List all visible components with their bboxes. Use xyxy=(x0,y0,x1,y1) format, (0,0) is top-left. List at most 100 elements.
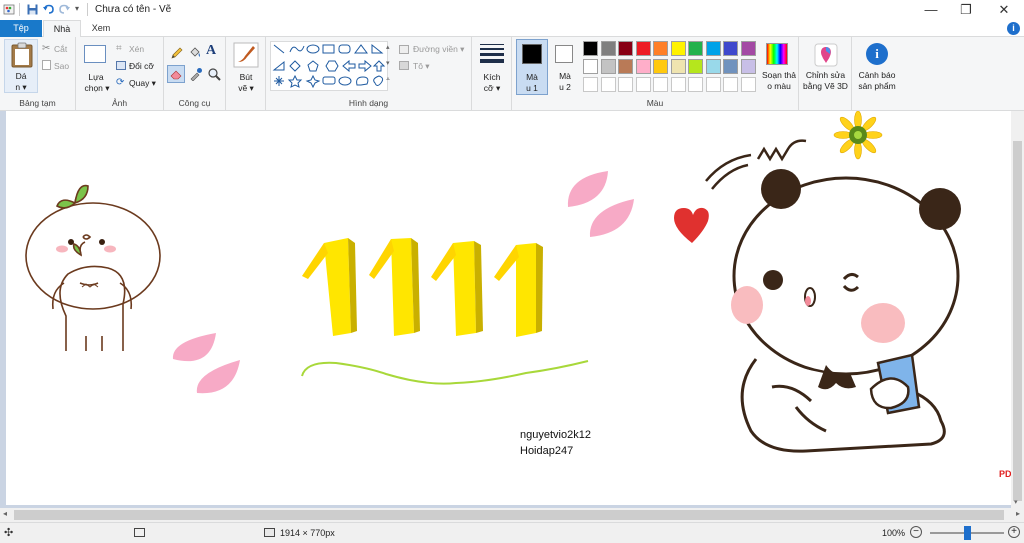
product-alert-group: i Cảnh báo sản phẩm xyxy=(852,37,902,111)
resize-button[interactable]: Đổi cỡ xyxy=(129,61,154,71)
tab-file[interactable]: Tệp xyxy=(0,20,42,37)
drawing-canvas[interactable]: nguyetvio2k12 Hoidap247 PD xyxy=(6,111,1011,505)
tools-group-label: Công cụ xyxy=(178,98,211,108)
palette-swatch[interactable] xyxy=(653,41,668,56)
colors-group: Mà u 1 Mà u 2 Soạn thả o màu Màu xyxy=(512,37,799,111)
copy-button[interactable]: Sao xyxy=(54,61,69,71)
palette-swatch[interactable] xyxy=(618,59,633,74)
custom-color-slot[interactable] xyxy=(583,77,598,92)
horizontal-scroll-thumb[interactable] xyxy=(14,510,1004,520)
ribbon-tabs: Tệp Nhà Xem i xyxy=(0,20,1024,38)
rotate-button[interactable]: Quay ▾ xyxy=(129,78,156,89)
paste-button[interactable]: Dá n ▾ xyxy=(4,39,38,93)
custom-color-slot[interactable] xyxy=(653,77,668,92)
scroll-left-icon[interactable]: ◂ xyxy=(3,509,7,518)
save-icon[interactable] xyxy=(26,3,39,16)
pink-drop-2 xyxy=(196,360,240,394)
palette-swatch[interactable] xyxy=(740,41,756,56)
horizontal-scrollbar[interactable]: ◂ ▸ xyxy=(0,508,1024,522)
edit-with-paint3d-button[interactable]: Chỉnh sửa bằng Vẽ 3D xyxy=(801,39,850,95)
palette-swatch[interactable] xyxy=(635,59,651,74)
minimize-button[interactable]: — xyxy=(913,0,949,20)
color1-button[interactable]: Mà u 1 xyxy=(516,39,548,95)
vertical-scrollbar[interactable]: ▾ xyxy=(1011,111,1024,508)
shapes-gallery[interactable] xyxy=(270,41,388,91)
custom-color-slot[interactable] xyxy=(600,77,616,92)
close-button[interactable]: ✕ xyxy=(986,0,1022,20)
palette-swatch[interactable] xyxy=(705,59,721,74)
resize-icon[interactable] xyxy=(116,61,126,70)
custom-color-slot[interactable] xyxy=(723,77,738,92)
red-heart xyxy=(674,207,709,243)
crop-button[interactable]: Xén xyxy=(129,44,144,54)
custom-color-slot[interactable] xyxy=(635,77,651,92)
crop-icon[interactable]: ⌗ xyxy=(116,43,122,54)
palette-swatch[interactable] xyxy=(670,41,686,56)
zoom-in-icon[interactable]: + xyxy=(1008,526,1020,538)
maximize-button[interactable]: ❐ xyxy=(948,0,984,20)
custom-color-slot[interactable] xyxy=(618,77,633,92)
palette-swatch[interactable] xyxy=(653,59,668,74)
size-label-1: Kích xyxy=(483,72,501,82)
tab-view[interactable]: Xem xyxy=(84,20,118,37)
size-button[interactable]: Kích cỡ ▾ xyxy=(476,39,508,93)
cut-icon[interactable]: ✂ xyxy=(42,43,50,54)
magnifier-icon[interactable] xyxy=(207,67,221,81)
redo-icon[interactable] xyxy=(58,3,71,16)
fill-dropdown[interactable]: Tô ▾ xyxy=(413,61,430,72)
rotate-icon[interactable]: ⟳ xyxy=(116,77,124,88)
cursor-position-icon: ✣ xyxy=(4,527,14,539)
zoom-out-icon[interactable]: − xyxy=(910,526,922,538)
help-button[interactable]: i xyxy=(1007,22,1020,35)
image-group: Lựa chọn ▾ ⌗ Xén Đổi cỡ ⟳ Quay ▾ Ảnh xyxy=(76,37,164,111)
eraser-button[interactable] xyxy=(167,65,185,83)
product-alert-button[interactable]: i Cảnh báo sản phẩm xyxy=(854,39,900,95)
palette-swatch[interactable] xyxy=(618,41,633,56)
palette-swatch[interactable] xyxy=(688,41,703,56)
size-label-2: cỡ ▾ xyxy=(483,83,501,93)
brushes-button[interactable]: Bút vẽ ▾ xyxy=(230,39,262,93)
customize-qat-icon[interactable]: ▾ xyxy=(75,4,79,13)
fill-bucket-icon[interactable] xyxy=(188,46,202,60)
select-label-2: chọn ▾ xyxy=(84,83,110,93)
palette-swatch[interactable] xyxy=(688,59,703,74)
scroll-right-icon[interactable]: ▸ xyxy=(1016,509,1020,518)
color2-button[interactable]: Mà u 2 xyxy=(550,39,580,95)
palette-swatch[interactable] xyxy=(705,41,721,56)
eraser-icon xyxy=(170,70,182,80)
custom-color-slot[interactable] xyxy=(705,77,721,92)
zoom-slider[interactable] xyxy=(930,526,1004,540)
pencil-icon[interactable] xyxy=(170,46,184,60)
text-icon[interactable]: A xyxy=(206,43,216,59)
palette-swatch[interactable] xyxy=(635,41,651,56)
cut-button[interactable]: Cắt xyxy=(54,44,67,54)
palette-swatch[interactable] xyxy=(723,41,738,56)
brush-icon xyxy=(233,42,259,68)
palette-swatch[interactable] xyxy=(723,59,738,74)
palette-swatch[interactable] xyxy=(740,59,756,74)
palette-swatch[interactable] xyxy=(670,59,686,74)
custom-color-slot[interactable] xyxy=(670,77,686,92)
tab-home[interactable]: Nhà xyxy=(43,20,81,38)
fill-icon[interactable] xyxy=(399,61,409,70)
palette-swatch[interactable] xyxy=(583,41,598,56)
custom-color-slot[interactable] xyxy=(688,77,703,92)
palette-swatch[interactable] xyxy=(600,41,616,56)
shapes-expand-icon[interactable]: ⩡ xyxy=(386,76,390,84)
edit-colors-button[interactable]: Soạn thả o màu xyxy=(758,39,798,95)
shapes-scroll-down-icon[interactable]: ▾ xyxy=(386,59,390,67)
outline-dropdown[interactable]: Đường viền ▾ xyxy=(413,44,464,55)
select-button[interactable]: Lựa chọn ▾ xyxy=(80,39,112,93)
zoom-slider-thumb[interactable] xyxy=(963,526,971,540)
color2-label-1: Mà xyxy=(559,71,571,81)
shapes-scroll-up-icon[interactable]: ▴ xyxy=(386,43,390,51)
undo-icon[interactable] xyxy=(42,3,55,16)
color-picker-icon[interactable] xyxy=(189,67,203,81)
custom-color-slot[interactable] xyxy=(740,77,756,92)
palette-swatch[interactable] xyxy=(600,59,616,74)
outline-icon[interactable] xyxy=(399,45,409,54)
scroll-down-icon[interactable]: ▾ xyxy=(1014,498,1018,506)
copy-icon[interactable] xyxy=(42,60,51,70)
vertical-scroll-thumb[interactable] xyxy=(1013,141,1022,501)
palette-swatch[interactable] xyxy=(583,59,598,74)
